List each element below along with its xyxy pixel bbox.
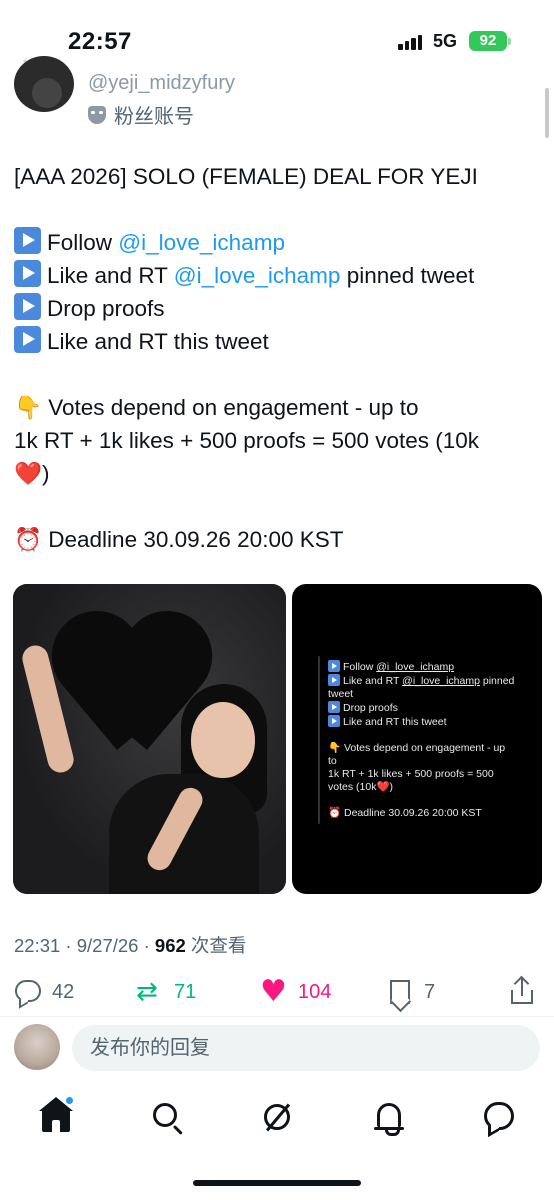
play-button-icon [328,674,340,686]
author-handle[interactable]: @yeji_midzyfury [88,72,235,95]
tweet-meta: 22:31 · 9/27/26 · 962 次查看 [14,932,246,958]
fan-account-label: 粉丝账号 [114,106,194,128]
media-text-image[interactable]: Follow @i_love_ichamp Like and RT @i_lov… [292,584,542,894]
votes-line-3: ❤️) [14,457,544,490]
play-button-icon [14,260,41,287]
play-button-icon [14,293,41,320]
messages-icon [484,1102,514,1130]
search-icon [153,1103,177,1127]
play-button-icon [328,701,340,713]
play-button-icon [14,326,41,353]
play-button-icon [14,227,41,254]
reply-count: 42 [52,980,75,1003]
votes-line-1: 👇 Votes depend on engagement - up to [14,391,544,424]
network-type: 5G [433,31,458,51]
red-heart-icon: ❤️ [14,461,43,487]
point-down-icon: 👇 [328,742,342,754]
my-avatar[interactable] [14,1024,60,1070]
tweet-timestamp[interactable]: 22:31 · 9/27/26 · [14,935,155,956]
votes-line-2: 1k RT + 1k likes + 500 proofs = 500 vote… [14,428,480,453]
notification-dot [65,1096,74,1105]
battery-tip [508,38,511,45]
views-label: 次查看 [185,935,247,956]
signal-icon [398,34,424,50]
like-count: 104 [298,980,332,1003]
nav-grok[interactable] [260,1100,294,1134]
retweet-button[interactable]: ⇄ 71 [136,978,196,1006]
deadline-line: ⏰ Deadline 30.09.26 20:00 KST [14,523,544,556]
reply-button[interactable]: 42 [14,978,74,1006]
point-down-icon: 👇 [14,395,43,421]
grok-icon [264,1104,290,1130]
reply-icon [14,978,42,1006]
bookmark-count: 7 [424,980,436,1003]
divider [0,1016,554,1017]
share-icon [508,978,536,1006]
step-like-rt-pinned: Like and RT @i_love_ichamp pinned tweet [14,259,544,292]
play-button-icon [328,660,340,672]
scrollbar[interactable] [545,88,549,138]
views-count: 962 [154,935,186,956]
action-bar: 42 ⇄ 71 ♥ 104 7 [0,972,554,1016]
reply-input[interactable]: 发布你的回复 [72,1025,540,1071]
nav-home[interactable] [39,1096,74,1134]
status-bar: ← 22:57 5G 92 [0,0,554,84]
mask-icon [88,105,106,124]
bookmark-icon [386,978,414,1006]
media-text: Follow @i_love_ichamp Like and RT @i_lov… [328,660,515,819]
like-button[interactable]: ♥ 104 [260,974,332,1009]
step-drop-proofs: Drop proofs [14,292,544,325]
notifications-icon [374,1103,404,1136]
bottom-nav [0,1086,554,1150]
share-button[interactable] [508,978,536,1006]
retweet-count: 71 [174,980,197,1003]
battery-icon: 92 [469,31,507,51]
alarm-clock-icon: ⏰ [328,807,342,819]
nav-notifications[interactable] [372,1100,406,1136]
mention-link[interactable]: @i_love_ichamp [174,263,341,288]
red-heart-icon: ❤️ [376,781,390,793]
tweet-text: [AAA 2026] SOLO (FEMALE) DEAL FOR YEJI F… [14,160,544,556]
play-button-icon [328,715,340,727]
step-follow: Follow @i_love_ichamp [14,226,544,259]
bookmark-button[interactable]: 7 [386,978,435,1006]
fan-account-badge: 粉丝账号 [88,100,194,129]
retweet-icon: ⇄ [136,977,158,1007]
tweet-title: [AAA 2026] SOLO (FEMALE) DEAL FOR YEJI [14,164,478,189]
author-avatar[interactable] [14,56,74,112]
mention-link[interactable]: @i_love_ichamp [118,230,285,255]
nav-search[interactable] [150,1100,184,1134]
like-icon: ♥ [260,974,287,1009]
status-time: 22:57 [68,28,132,55]
home-icon [39,1097,73,1132]
step-like-rt-this: Like and RT this tweet [14,325,544,358]
alarm-clock-icon: ⏰ [14,527,43,553]
home-indicator[interactable] [193,1180,361,1186]
media-photo[interactable] [13,584,286,894]
nav-messages[interactable] [482,1100,516,1134]
